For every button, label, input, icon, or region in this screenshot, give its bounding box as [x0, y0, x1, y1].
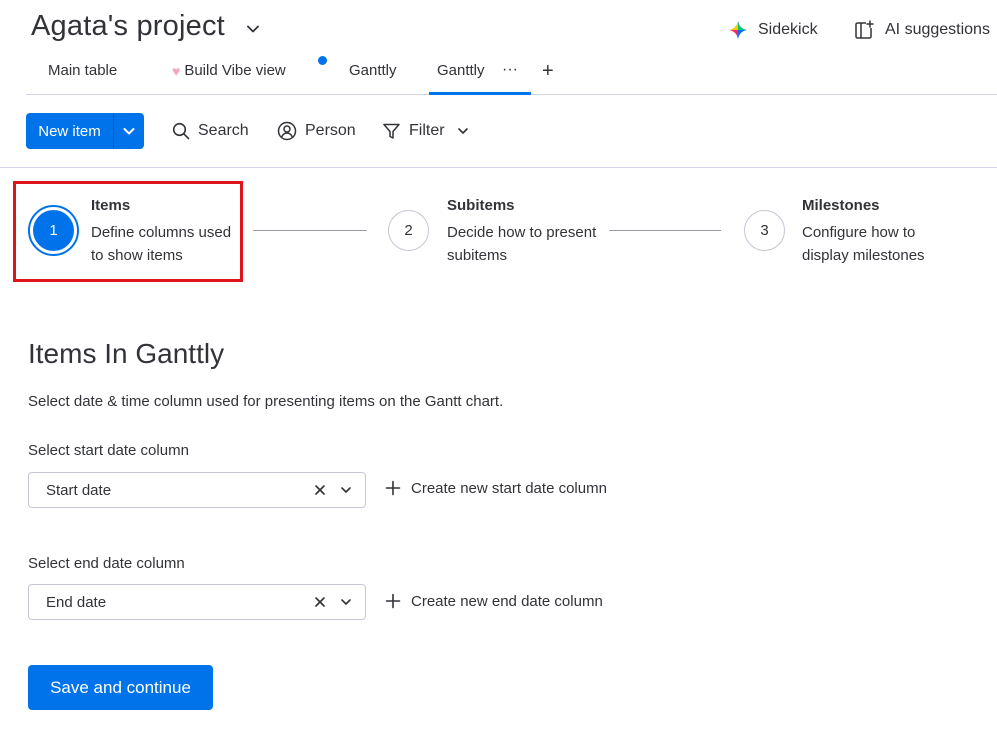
new-item-label[interactable]: New item [26, 113, 114, 149]
step-3-title: Milestones [802, 197, 880, 214]
notification-dot [318, 56, 327, 65]
sidekick-icon [729, 21, 747, 39]
divider [0, 167, 997, 168]
sidekick-label: Sidekick [758, 21, 818, 38]
chevron-down-icon[interactable] [337, 481, 355, 499]
save-label: Save and continue [50, 677, 191, 697]
step-connector [253, 230, 367, 231]
project-title-text: Agata's project [31, 10, 225, 42]
search-icon [172, 122, 190, 140]
ai-suggestions-label: AI suggestions [885, 21, 990, 38]
tab-label: Ganttly [437, 62, 485, 79]
step-3-description: Configure how to display milestones [802, 224, 925, 264]
start-date-value: Start date [46, 481, 112, 499]
step-1-description: Define columns used to show items [91, 224, 232, 264]
create-end-label: Create new end date column [411, 592, 603, 610]
ai-suggestions-button[interactable]: AI suggestions [853, 17, 990, 43]
end-date-select[interactable]: End date [28, 584, 366, 620]
page-title: Items In Ganttly [28, 338, 225, 369]
create-start-date-column-button[interactable]: Create new start date column [385, 477, 607, 499]
close-icon[interactable] [311, 481, 329, 499]
chevron-down-icon [123, 128, 135, 135]
more-options-icon[interactable]: ··· [502, 61, 518, 79]
step-connector [609, 230, 721, 231]
tab-ganttly[interactable]: Ganttly [349, 62, 397, 79]
step-1-title: Items [91, 197, 131, 214]
heart-icon: ♥ [172, 62, 181, 79]
tab-label: Main table [48, 62, 118, 79]
chevron-down-icon[interactable] [244, 20, 262, 38]
plus-icon [385, 480, 401, 496]
ai-suggestions-icon [855, 20, 874, 39]
step-number: 1 [33, 210, 74, 251]
step-number: 2 [404, 222, 413, 239]
project-title[interactable]: Agata's project [31, 10, 225, 43]
new-item-button[interactable]: New item [26, 113, 144, 149]
tab-build-vibe-view[interactable]: ♥ Build Vibe view [172, 62, 286, 79]
create-start-label: Create new start date column [411, 479, 607, 497]
create-end-date-column-button[interactable]: Create new end date column [385, 590, 603, 612]
active-tab-indicator [429, 92, 531, 95]
person-label: Person [305, 122, 356, 139]
person-filter-button[interactable]: Person [277, 120, 356, 142]
filter-button[interactable]: Filter [382, 120, 470, 142]
step-2-indicator: 2 [388, 210, 429, 251]
step-3-indicator: 3 [744, 210, 785, 251]
tab-ganttly-active[interactable]: Ganttly [437, 62, 485, 79]
close-icon[interactable] [311, 593, 329, 611]
step-2-description: Decide how to present subitems [447, 224, 597, 264]
plus-icon [385, 593, 401, 609]
page-subtitle: Select date & time column used for prese… [28, 393, 504, 410]
step-number: 3 [760, 222, 769, 239]
save-and-continue-button[interactable]: Save and continue [28, 665, 213, 710]
end-date-label: Select end date column [28, 555, 185, 572]
chevron-down-icon[interactable] [337, 593, 355, 611]
end-date-value: End date [46, 593, 107, 611]
add-view-button[interactable]: + [542, 60, 554, 83]
filter-label: Filter [409, 122, 445, 139]
start-date-select[interactable]: Start date [28, 472, 366, 508]
tab-label: Ganttly [349, 62, 397, 79]
search-label: Search [198, 122, 249, 139]
start-date-label: Select start date column [28, 442, 189, 459]
step-1-indicator: 1 [28, 205, 79, 256]
search-button[interactable]: Search [172, 120, 249, 142]
person-icon [277, 121, 297, 141]
view-tabs: Main table ♥ Build Vibe view Ganttly Gan… [26, 58, 997, 95]
tab-main-table[interactable]: Main table [48, 62, 117, 79]
new-item-dropdown[interactable] [114, 113, 144, 149]
tab-label: Build Vibe view [184, 62, 286, 79]
step-2-title: Subitems [447, 197, 515, 214]
chevron-down-icon [457, 128, 468, 134]
filter-icon [383, 123, 400, 139]
sidekick-button[interactable]: Sidekick [728, 17, 818, 43]
